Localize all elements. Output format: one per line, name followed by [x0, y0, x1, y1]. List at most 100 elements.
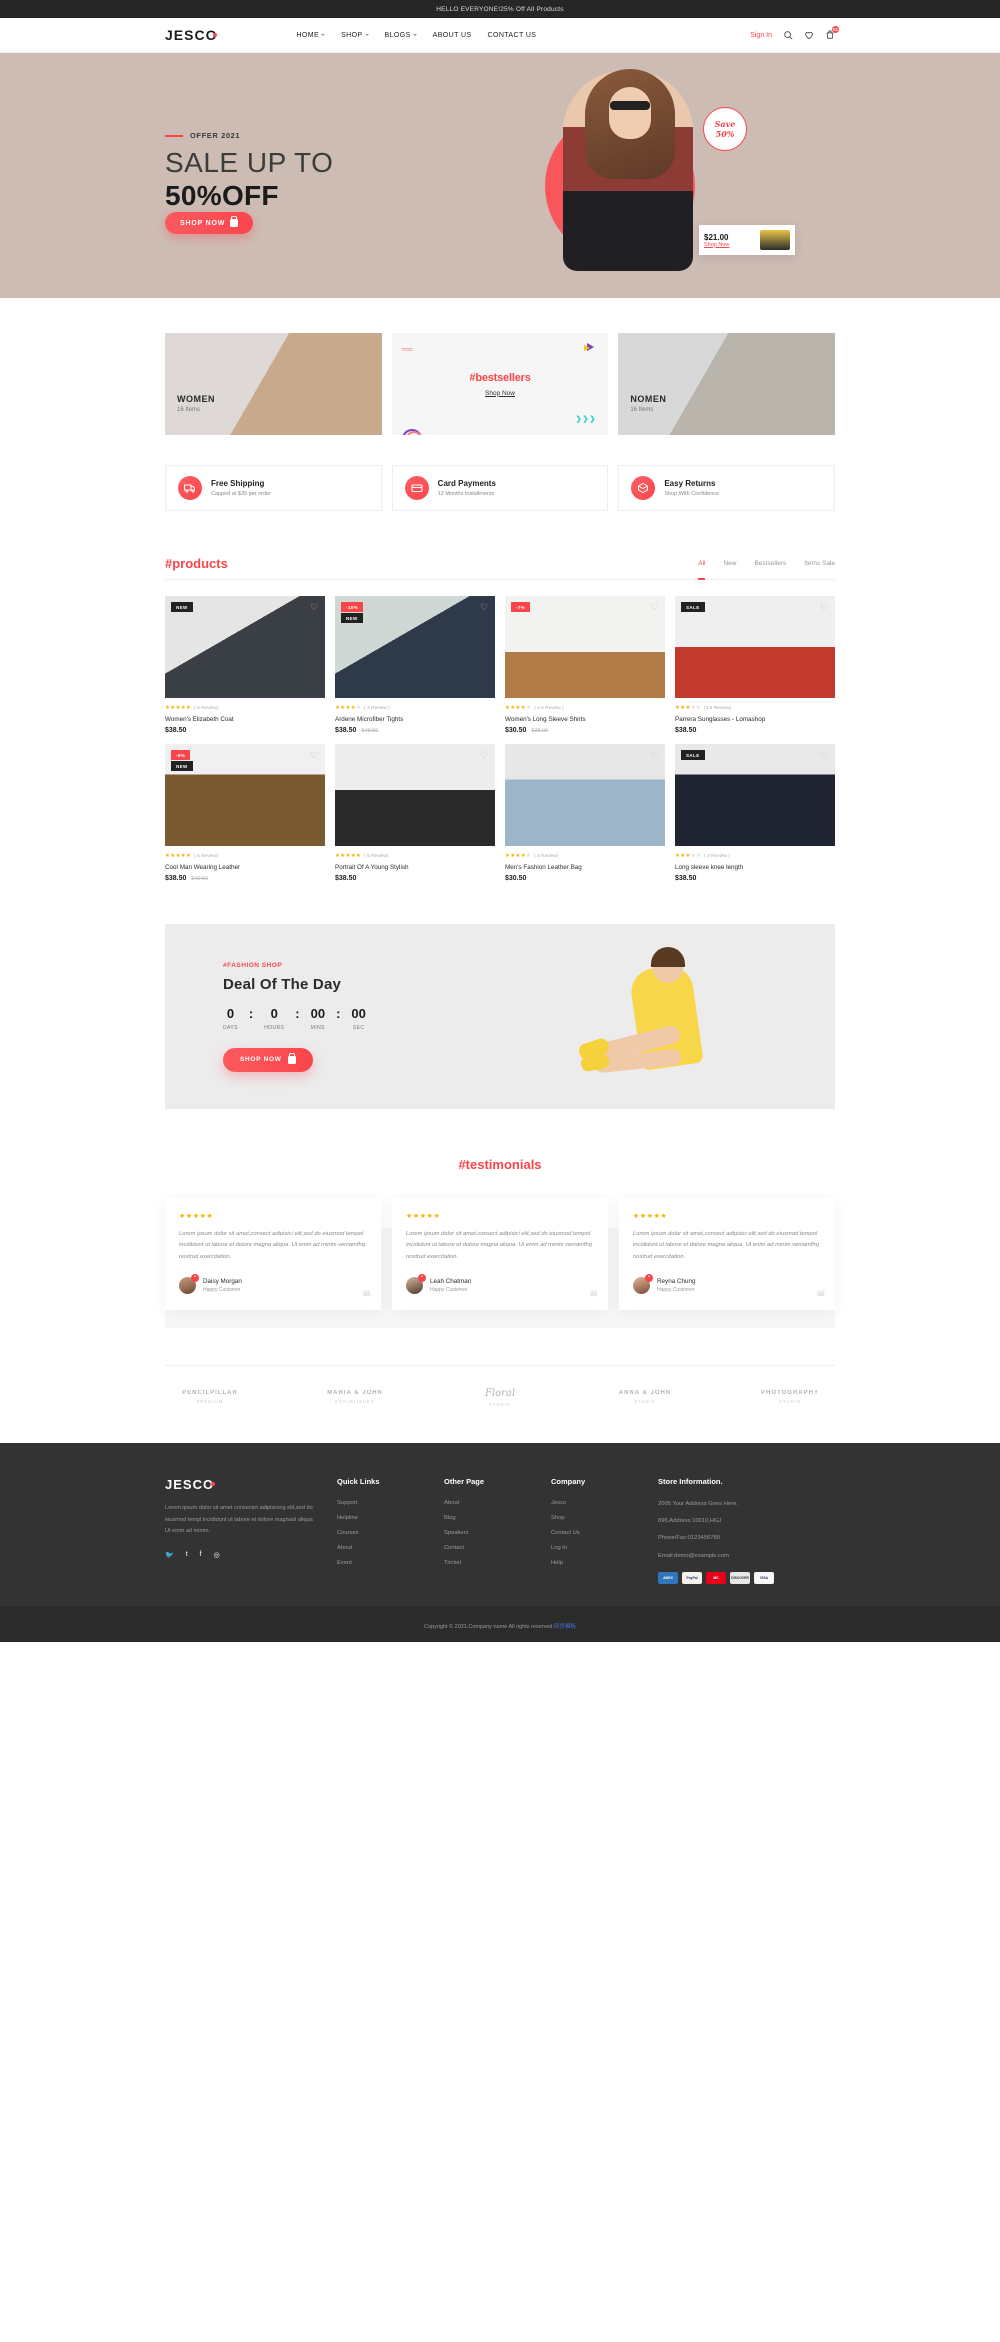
- nav-item-about-us[interactable]: ABOUT US: [433, 32, 472, 39]
- nav-item-shop[interactable]: SHOP: [341, 32, 369, 39]
- bestsellers-shop-now-link[interactable]: Shop Now: [485, 390, 515, 397]
- wishlist-heart-icon[interactable]: ♡: [649, 602, 659, 612]
- hero-shop-now-button[interactable]: SHOP NOW: [165, 212, 254, 235]
- products-filter-tabs: All New Bestsellers Items Sale: [698, 560, 835, 580]
- footer-link[interactable]: Shop: [551, 1515, 636, 1521]
- product-card[interactable]: -10% NEW ♡ ★★★★★( 4 Review ) Ardene Micr…: [335, 596, 495, 734]
- footer-link[interactable]: Speakers: [444, 1530, 529, 1536]
- product-card[interactable]: ♡ ★★★★★( 4 Review) Men's Fashion Leather…: [505, 744, 665, 882]
- product-name[interactable]: Long sleeve knee length: [675, 864, 835, 871]
- tab-new[interactable]: New: [723, 560, 736, 571]
- footer-column-company: Company Jesco Shop Contact Us Log In Hel…: [551, 1477, 636, 1584]
- nav-label: HOME: [296, 31, 320, 39]
- product-card[interactable]: NEW ♡ ★★★★★( 5 Review) Women's Elizabeth…: [165, 596, 325, 734]
- sign-in-link[interactable]: Sign In: [750, 32, 772, 39]
- product-card[interactable]: -7% ♡ ★★★★★( 4.5 Review ) Women's Long S…: [505, 596, 665, 734]
- nav-item-home[interactable]: HOME: [296, 31, 326, 39]
- footer-link[interactable]: Helpline: [337, 1515, 422, 1521]
- product-image[interactable]: SALE ♡: [675, 596, 835, 698]
- hero-price-shop-link[interactable]: Shop Now: [704, 242, 729, 248]
- copyright-link[interactable]: 网页模板: [554, 1624, 576, 1630]
- footer-link[interactable]: Blog: [444, 1515, 529, 1521]
- product-image[interactable]: ♡: [335, 744, 495, 846]
- hero-price-thumbnail: [760, 230, 790, 250]
- product-name[interactable]: Men's Fashion Leather Bag: [505, 864, 665, 871]
- footer-link[interactable]: Contact: [444, 1545, 529, 1551]
- footer-link[interactable]: Jesco: [551, 1500, 636, 1506]
- hero-price-card[interactable]: $21.00 Shop Now: [699, 225, 795, 255]
- product-name[interactable]: Women's Elizabeth Coat: [165, 716, 325, 723]
- wishlist-heart-icon[interactable]: ♡: [309, 602, 319, 612]
- brand-subtitle: STUDIO: [779, 1399, 801, 1405]
- wishlist-heart-icon[interactable]: ♡: [649, 750, 659, 760]
- product-image[interactable]: SALE ♡: [675, 744, 835, 846]
- footer-link[interactable]: Contact Us: [551, 1530, 636, 1536]
- footer-link[interactable]: Support: [337, 1500, 422, 1506]
- footer-link[interactable]: About: [444, 1500, 529, 1506]
- product-image[interactable]: -10% NEW ♡: [335, 596, 495, 698]
- instagram-icon[interactable]: ◎: [214, 1551, 220, 1559]
- tab-all[interactable]: All: [698, 560, 706, 580]
- product-image[interactable]: -7% ♡: [505, 596, 665, 698]
- product-price: $38.50: [675, 875, 697, 882]
- product-card[interactable]: ♡ ★★★★★( 5 Review) Portrait Of A Young S…: [335, 744, 495, 882]
- twitter-icon[interactable]: 🐦: [165, 1551, 174, 1559]
- wishlist-heart-icon[interactable]: ♡: [479, 602, 489, 612]
- category-item-count: 16 Items: [177, 407, 201, 413]
- category-card-bestsellers[interactable]: ≈≈≈ #bestsellers Shop Now ❯❯❯: [391, 333, 609, 435]
- category-card-women[interactable]: WOMEN 16 Items: [165, 333, 382, 435]
- product-grid: NEW ♡ ★★★★★( 5 Review) Women's Elizabeth…: [165, 596, 835, 882]
- product-image[interactable]: -5% NEW ♡: [165, 744, 325, 846]
- footer-link[interactable]: Help: [551, 1560, 636, 1566]
- discover-icon: DISCOVER: [730, 1571, 750, 1584]
- footer-column-heading: Other Page: [444, 1476, 485, 1486]
- wishlist-heart-icon[interactable]: ♡: [819, 602, 829, 612]
- product-badge: NEW: [171, 602, 193, 612]
- nav-item-contact-us[interactable]: CONTACT US: [488, 32, 537, 39]
- facebook-icon[interactable]: f: [200, 1551, 202, 1559]
- avatar: ❞: [179, 1273, 199, 1294]
- product-name[interactable]: Women's Long Sleeve Shirts: [505, 716, 665, 723]
- footer-link[interactable]: Event: [337, 1560, 422, 1566]
- quote-badge-icon: ❞: [645, 1273, 653, 1282]
- brand-name: Floral: [484, 1387, 516, 1399]
- tab-items-sale[interactable]: Items Sale: [804, 560, 835, 571]
- product-image[interactable]: ♡: [505, 744, 665, 846]
- product-card[interactable]: SALE ♡ ★★★★★( 3 Review ) Long sleeve kne…: [675, 744, 835, 882]
- nav-item-blogs[interactable]: BLOGS: [385, 32, 417, 39]
- cart-icon[interactable]: 01: [824, 25, 839, 41]
- footer-link[interactable]: Courses: [337, 1530, 422, 1536]
- service-subtitle: 12 Months Installments: [437, 491, 495, 497]
- tab-bestsellers[interactable]: Bestsellers: [754, 560, 786, 571]
- deal-model-hair: [651, 947, 685, 967]
- review-count: ( 4 Review): [534, 853, 559, 859]
- deal-shop-now-button[interactable]: SHOP NOW: [223, 1047, 313, 1072]
- mastercard-icon: MC: [706, 1571, 726, 1584]
- search-icon[interactable]: [782, 30, 793, 41]
- site-header: JESCO HOME SHOP BLOGS ABOUT US CONTACT U…: [0, 18, 1000, 53]
- testimonial-rating-stars: ★★★★★: [179, 1213, 214, 1220]
- product-image[interactable]: NEW ♡: [165, 596, 325, 698]
- site-logo[interactable]: JESCO: [165, 27, 221, 43]
- product-card[interactable]: SALE ♡ ★★★★★ (3.5 Review) Parrera Sunglas…: [675, 596, 835, 734]
- service-title: Easy Returns: [664, 479, 716, 488]
- wishlist-heart-icon[interactable]: ♡: [309, 750, 319, 760]
- footer-column-other-page: Other Page About Blog Speakers Contact T…: [444, 1477, 529, 1584]
- footer-link[interactable]: Log In: [551, 1545, 636, 1551]
- category-card-nomen[interactable]: NOMEN 16 Items: [618, 333, 836, 435]
- wishlist-heart-icon[interactable]: ♡: [479, 750, 489, 760]
- heart-icon[interactable]: [803, 30, 814, 41]
- wishlist-heart-icon[interactable]: ♡: [819, 750, 829, 760]
- tumblr-icon[interactable]: t: [186, 1551, 188, 1559]
- product-name[interactable]: Parrera Sunglasses - Lomashop: [675, 716, 835, 723]
- chevron-down-icon: [321, 34, 326, 36]
- product-name[interactable]: Ardene Microfiber Tights: [335, 716, 495, 723]
- product-name[interactable]: Cool Man Wearing Leather: [165, 864, 325, 871]
- product-name[interactable]: Portrait Of A Young Stylish: [335, 864, 495, 871]
- model-face-shape: [609, 87, 651, 139]
- store-address-line: 2005 Your Address Goes Here.: [658, 1500, 738, 1507]
- footer-link[interactable]: Tricket: [444, 1560, 529, 1566]
- product-card[interactable]: -5% NEW ♡ ★★★★★( 5 Review) Cool Man Wear…: [165, 744, 325, 882]
- footer-logo[interactable]: JESCO: [165, 1477, 315, 1492]
- footer-link[interactable]: About: [337, 1545, 422, 1551]
